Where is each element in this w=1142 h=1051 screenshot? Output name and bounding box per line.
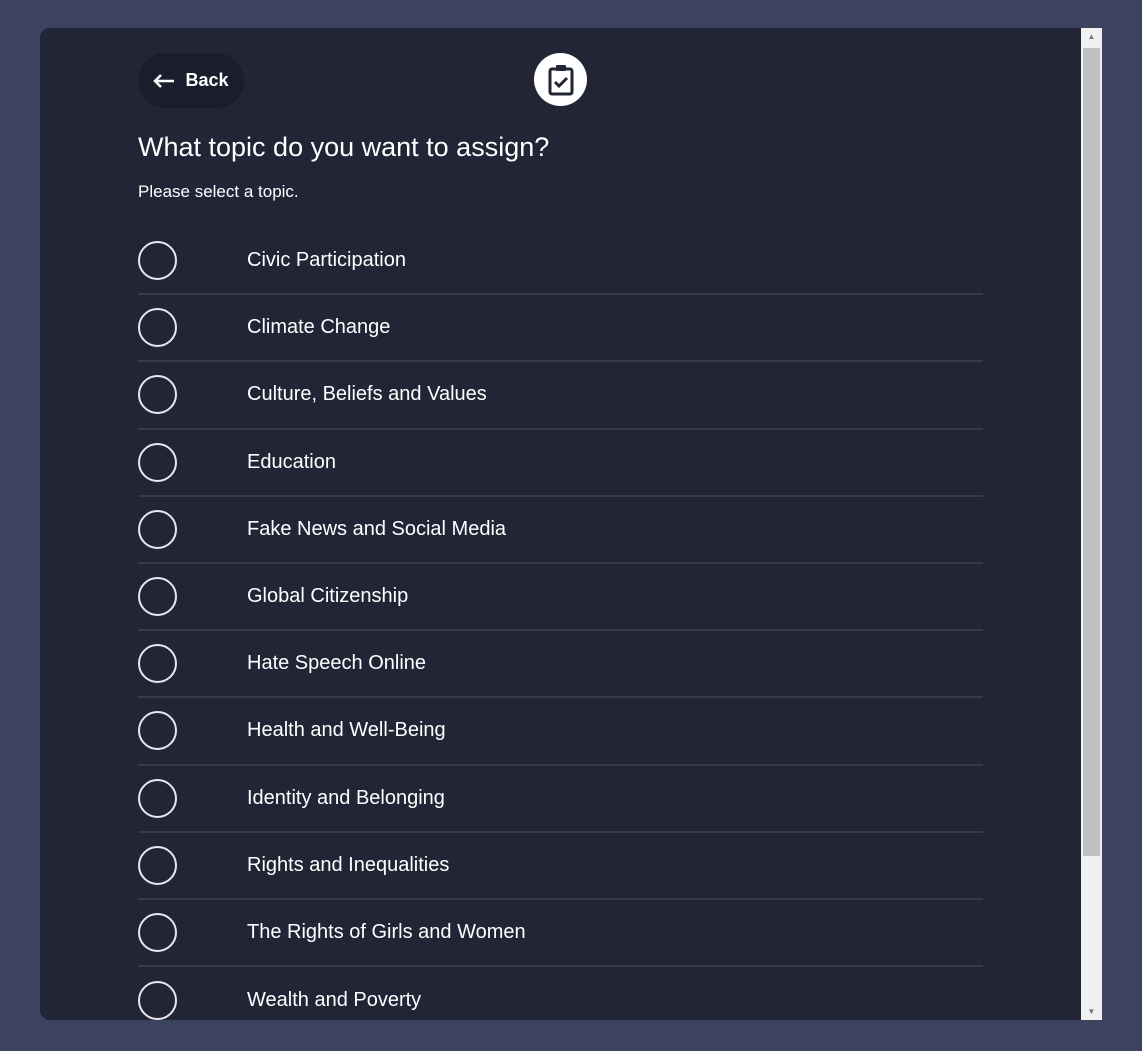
- topic-modal: Back What topic do you want to assign? P…: [40, 28, 1081, 1020]
- topic-option[interactable]: Wealth and Poverty: [138, 967, 983, 1020]
- radio-button[interactable]: [138, 577, 177, 617]
- radio-button[interactable]: [138, 375, 177, 415]
- topic-label: Climate Change: [247, 316, 391, 339]
- topic-label: Wealth and Poverty: [247, 989, 422, 1012]
- topic-option[interactable]: Hate Speech Online: [138, 631, 983, 699]
- topic-option[interactable]: Education: [138, 430, 983, 497]
- scrollbar[interactable]: ▲ ▼: [1081, 28, 1102, 1020]
- clipboard-check-icon: [534, 53, 587, 106]
- topic-option[interactable]: Civic Participation: [138, 228, 983, 296]
- radio-button[interactable]: [138, 644, 177, 684]
- topic-option[interactable]: Climate Change: [138, 295, 983, 363]
- scroll-down-icon[interactable]: ▼: [1081, 1007, 1102, 1016]
- topic-label: Hate Speech Online: [247, 652, 427, 675]
- topic-option[interactable]: Fake News and Social Media: [138, 497, 983, 564]
- radio-button[interactable]: [138, 912, 177, 952]
- radio-button[interactable]: [138, 778, 177, 818]
- topic-label: Civic Participation: [247, 249, 406, 272]
- topic-option[interactable]: Global Citizenship: [138, 564, 983, 632]
- page-subtitle: Please select a topic.: [138, 182, 299, 201]
- radio-button[interactable]: [138, 981, 177, 1020]
- topic-label: Fake News and Social Media: [247, 517, 507, 540]
- radio-button[interactable]: [138, 509, 177, 549]
- topic-label: The Rights of Girls and Women: [247, 920, 526, 943]
- radio-button[interactable]: [138, 442, 177, 482]
- arrow-left-icon: [153, 73, 175, 88]
- topic-label: Culture, Beliefs and Values: [247, 383, 487, 406]
- topic-option[interactable]: Identity and Belonging: [138, 766, 983, 833]
- topic-option[interactable]: The Rights of Girls and Women: [138, 900, 983, 968]
- topic-label: Health and Well-Being: [247, 719, 446, 742]
- back-button[interactable]: Back: [138, 53, 244, 108]
- radio-button[interactable]: [138, 711, 177, 751]
- topic-label: Global Citizenship: [247, 585, 409, 608]
- topic-option[interactable]: Culture, Beliefs and Values: [138, 362, 983, 430]
- radio-button[interactable]: [138, 308, 177, 348]
- topic-list: Civic Participation Climate Change Culture…: [138, 228, 983, 1020]
- topic-label: Education: [247, 450, 336, 473]
- topic-option[interactable]: Health and Well-Being: [138, 698, 983, 766]
- topic-label: Rights and Inequalities: [247, 853, 450, 876]
- scroll-up-icon[interactable]: ▲: [1081, 32, 1102, 41]
- radio-button[interactable]: [138, 241, 177, 281]
- back-label: Back: [185, 70, 229, 90]
- page-title: What topic do you want to assign?: [138, 132, 550, 162]
- radio-button[interactable]: [138, 845, 177, 885]
- scrollbar-thumb[interactable]: [1083, 48, 1100, 856]
- topic-option[interactable]: Rights and Inequalities: [138, 833, 983, 900]
- topic-label: Identity and Belonging: [247, 786, 445, 809]
